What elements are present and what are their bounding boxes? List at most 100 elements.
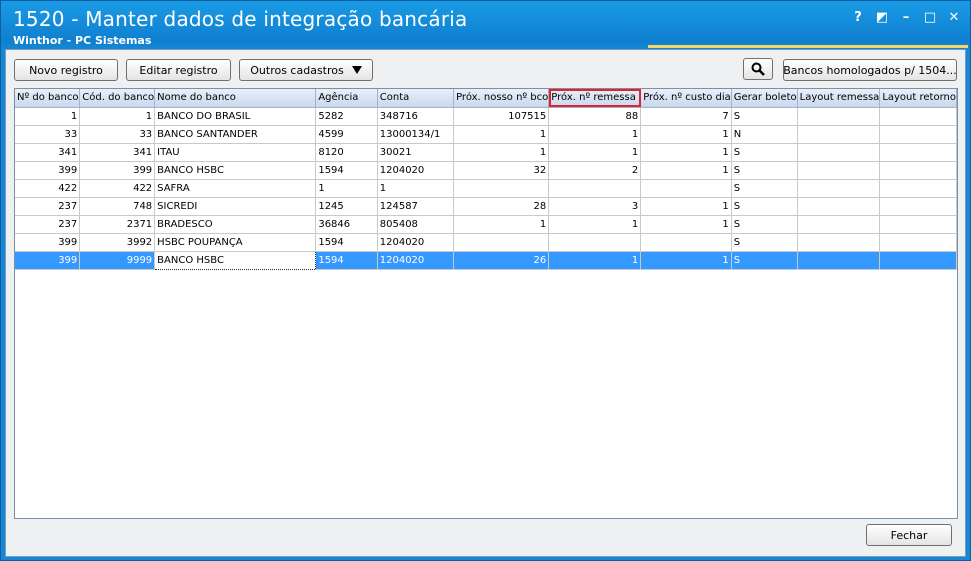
table-cell[interactable]: SAFRA: [154, 179, 317, 198]
table-row[interactable]: 399 9999 BANCO HSBC 1594 1204020 26 1 1 S: [15, 250, 957, 270]
table-cell[interactable]: 1: [640, 161, 732, 180]
table-cell[interactable]: 1: [640, 143, 732, 162]
table-cell[interactable]: [548, 233, 642, 252]
edit-record-button[interactable]: Editar registro: [126, 59, 231, 81]
table-cell[interactable]: 1: [640, 125, 732, 144]
table-row[interactable]: 399 3992 HSBC POUPANÇA 1594 1204020 S: [15, 233, 957, 252]
table-cell[interactable]: 4599: [315, 125, 378, 144]
table-cell[interactable]: [797, 215, 881, 234]
table-cell[interactable]: [879, 233, 957, 252]
search-button[interactable]: [743, 58, 773, 80]
table-cell[interactable]: 1204020: [377, 251, 455, 270]
table-cell[interactable]: 1: [79, 107, 156, 126]
table-cell[interactable]: [640, 179, 732, 198]
table-cell[interactable]: [640, 233, 732, 252]
table-row[interactable]: 237 748 SICREDI 1245 124587 28 3 1 S: [15, 197, 957, 216]
table-cell[interactable]: 1594: [315, 233, 378, 252]
table-row[interactable]: 1 1 BANCO DO BRASIL 5282 348716 107515 88 7 S: [15, 107, 957, 126]
table-cell[interactable]: [879, 125, 957, 144]
column-header[interactable]: Gerar boleto: [731, 89, 798, 108]
column-header[interactable]: Conta: [377, 89, 455, 108]
table-cell[interactable]: 1: [315, 179, 378, 198]
table-cell[interactable]: BANCO DO BRASIL: [154, 107, 317, 126]
table-cell[interactable]: 341: [79, 143, 156, 162]
table-cell[interactable]: [797, 125, 881, 144]
table-cell[interactable]: 237: [15, 197, 81, 216]
table-cell[interactable]: SICREDI: [154, 197, 317, 216]
table-cell[interactable]: 422: [15, 179, 81, 198]
close-button[interactable]: Fechar: [866, 524, 952, 546]
table-cell[interactable]: [453, 233, 550, 252]
table-cell[interactable]: 1: [640, 251, 732, 270]
new-record-button[interactable]: Novo registro: [14, 59, 118, 81]
close-icon[interactable]: ✕: [946, 9, 962, 25]
table-cell[interactable]: 1204020: [377, 161, 455, 180]
table-row[interactable]: 399 399 BANCO HSBC 1594 1204020 32 2 1 S: [15, 161, 957, 180]
table-cell[interactable]: [797, 107, 881, 126]
other-registers-button[interactable]: Outros cadastros: [239, 59, 373, 81]
table-cell[interactable]: HSBC POUPANÇA: [154, 233, 317, 252]
table-cell[interactable]: S: [731, 179, 798, 198]
table-cell[interactable]: 33: [15, 125, 81, 144]
table-cell[interactable]: 33: [79, 125, 156, 144]
table-cell[interactable]: 107515: [453, 107, 550, 126]
table-cell[interactable]: S: [731, 143, 798, 162]
column-header[interactable]: Próx. nº custo dia: [640, 89, 732, 108]
table-cell[interactable]: [797, 179, 881, 198]
table-cell[interactable]: [879, 143, 957, 162]
table-row[interactable]: 422 422 SAFRA 1 1 S: [15, 179, 957, 198]
table-cell[interactable]: BANCO SANTANDER: [154, 125, 317, 144]
table-cell[interactable]: 399: [15, 233, 81, 252]
table-cell[interactable]: 7: [640, 107, 732, 126]
column-header[interactable]: Cód. do banco: [79, 89, 156, 108]
table-cell[interactable]: [797, 251, 881, 270]
table-cell[interactable]: [797, 143, 881, 162]
column-header[interactable]: Próx. nosso nº bco: [453, 89, 550, 108]
table-cell[interactable]: 1: [548, 125, 642, 144]
table-cell[interactable]: [879, 161, 957, 180]
table-cell[interactable]: 36846: [315, 215, 378, 234]
table-cell[interactable]: 1245: [315, 197, 378, 216]
table-cell[interactable]: BANCO HSBC: [154, 161, 317, 180]
table-cell[interactable]: 348716: [377, 107, 455, 126]
table-cell[interactable]: [453, 179, 550, 198]
column-header[interactable]: Agência: [315, 89, 378, 108]
table-cell[interactable]: 422: [79, 179, 156, 198]
banks-grid[interactable]: Nº do banco Cód. do banco Nome do banco Agê…: [14, 88, 958, 519]
homologated-banks-button[interactable]: Bancos homologados p/ 1504...: [783, 59, 957, 81]
table-cell[interactable]: 1: [548, 251, 642, 270]
table-cell[interactable]: 2371: [79, 215, 156, 234]
table-cell[interactable]: 26: [453, 251, 550, 270]
column-header[interactable]: Próx. nº remessa: [548, 89, 642, 108]
table-cell[interactable]: S: [731, 251, 798, 270]
table-cell[interactable]: 88: [548, 107, 642, 126]
table-cell[interactable]: 28: [453, 197, 550, 216]
table-cell[interactable]: 399: [15, 251, 81, 270]
table-cell[interactable]: BRADESCO: [154, 215, 317, 234]
table-cell[interactable]: 1: [640, 215, 732, 234]
table-cell[interactable]: [797, 161, 881, 180]
minimize-icon[interactable]: –: [898, 9, 914, 25]
table-cell[interactable]: 1594: [315, 251, 378, 270]
table-cell[interactable]: 32: [453, 161, 550, 180]
table-cell[interactable]: [879, 215, 957, 234]
restore-layout-icon[interactable]: ◩: [874, 9, 890, 25]
table-cell[interactable]: [879, 107, 957, 126]
table-cell[interactable]: 1: [640, 197, 732, 216]
table-cell[interactable]: 1: [453, 143, 550, 162]
table-cell[interactable]: 399: [15, 161, 81, 180]
table-cell[interactable]: 13000134/1: [377, 125, 455, 144]
table-cell[interactable]: 341: [15, 143, 81, 162]
table-cell[interactable]: 237: [15, 215, 81, 234]
table-cell[interactable]: 1: [453, 215, 550, 234]
table-cell[interactable]: 1594: [315, 161, 378, 180]
table-cell[interactable]: 2: [548, 161, 642, 180]
table-cell[interactable]: [548, 179, 642, 198]
table-cell[interactable]: 3992: [79, 233, 156, 252]
column-header[interactable]: Layout remessa: [797, 89, 881, 108]
table-cell[interactable]: N: [731, 125, 798, 144]
column-header[interactable]: Nome do banco: [154, 89, 317, 108]
title-bar[interactable]: 1520 - Manter dados de integração bancár…: [1, 1, 970, 49]
table-cell[interactable]: ITAU: [154, 143, 317, 162]
column-header[interactable]: Nº do banco: [15, 89, 81, 108]
